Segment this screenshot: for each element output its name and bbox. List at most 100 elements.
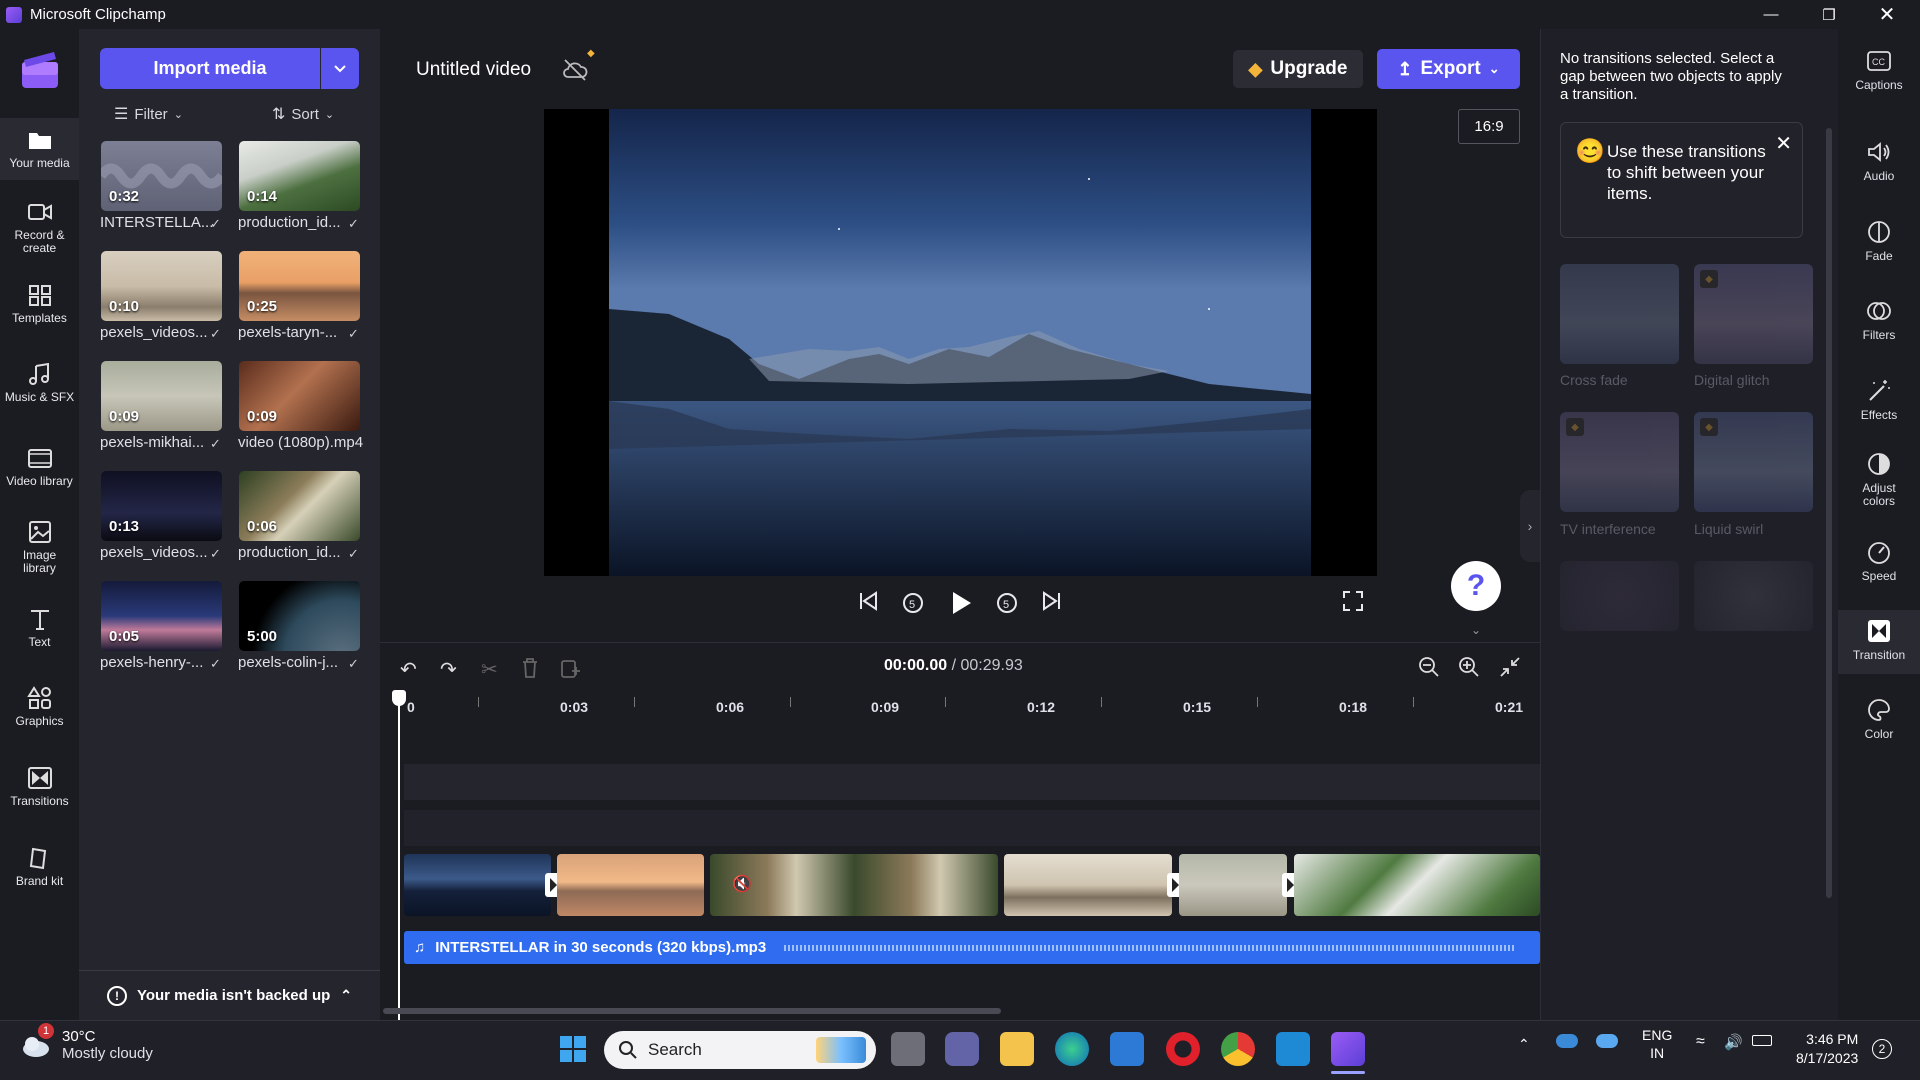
playhead-handle[interactable]: [392, 690, 406, 706]
nav-video-library[interactable]: Video library: [0, 446, 79, 488]
edge-icon[interactable]: [1055, 1032, 1089, 1066]
language-indicator[interactable]: ENG IN: [1642, 1026, 1672, 1062]
media-thumbnail[interactable]: 0:25: [239, 251, 360, 321]
teams-icon[interactable]: [945, 1032, 979, 1066]
export-button[interactable]: ↥ Export ⌄: [1377, 49, 1520, 89]
audio-clip[interactable]: ♫ INTERSTELLAR in 30 seconds (320 kbps).…: [404, 931, 1540, 964]
redo-button[interactable]: ↷: [440, 657, 457, 682]
zoom-in-button[interactable]: [1458, 656, 1480, 683]
transition-thumbnail[interactable]: ◆: [1560, 412, 1679, 512]
transition-thumbnail[interactable]: ◆: [1694, 412, 1813, 512]
video-title[interactable]: Untitled video: [402, 50, 545, 90]
nav-templates[interactable]: Templates: [0, 283, 79, 325]
rewind-5-button[interactable]: 5: [901, 590, 925, 619]
media-thumbnail[interactable]: 0:09: [101, 361, 222, 431]
tool-captions[interactable]: CC Captions: [1838, 48, 1920, 92]
restore-button[interactable]: ❐: [1800, 0, 1858, 29]
tool-speed[interactable]: Speed: [1838, 539, 1920, 583]
volume-icon[interactable]: 🔊: [1724, 1033, 1743, 1051]
video-clip[interactable]: [404, 854, 551, 916]
video-clip[interactable]: [1004, 854, 1172, 916]
transition-thumbnail[interactable]: [1694, 561, 1813, 631]
fit-timeline-button[interactable]: [1499, 656, 1521, 683]
aspect-ratio-button[interactable]: 16:9: [1458, 109, 1520, 144]
video-clip[interactable]: 🔇: [710, 854, 998, 916]
nav-record-create[interactable]: Record & create: [0, 200, 79, 255]
import-media-button[interactable]: Import media: [100, 48, 320, 89]
close-button[interactable]: ✕: [1858, 0, 1916, 29]
skip-to-start-button[interactable]: [857, 590, 879, 617]
close-tip-button[interactable]: ✕: [1775, 131, 1792, 156]
taskbar-search[interactable]: Search: [604, 1031, 876, 1069]
nav-your-media[interactable]: Your media: [0, 118, 79, 180]
zoom-out-button[interactable]: [1418, 656, 1440, 683]
task-view-icon[interactable]: [891, 1032, 925, 1066]
media-thumbnail[interactable]: 0:09: [239, 361, 360, 431]
onedrive-icon[interactable]: [1556, 1034, 1578, 1048]
delete-button[interactable]: [520, 657, 540, 684]
file-explorer-icon[interactable]: [1000, 1032, 1034, 1066]
tool-fade[interactable]: Fade: [1838, 219, 1920, 263]
onedrive-personal-icon[interactable]: [1596, 1034, 1618, 1048]
nav-graphics[interactable]: Graphics: [0, 686, 79, 728]
nav-transitions[interactable]: Transitions: [0, 766, 79, 808]
tool-audio[interactable]: Audio: [1838, 139, 1920, 183]
nav-music-sfx[interactable]: Music & SFX: [0, 362, 79, 404]
transition-thumbnail[interactable]: ◆: [1694, 264, 1813, 364]
tool-transition[interactable]: Transition: [1838, 610, 1920, 674]
media-thumbnail[interactable]: 0:06: [239, 471, 360, 541]
chevron-up-icon[interactable]: ⌃: [1518, 1036, 1530, 1053]
skip-to-end-button[interactable]: [1041, 590, 1063, 617]
media-thumbnail[interactable]: 5:00: [239, 581, 360, 651]
store-icon[interactable]: [1110, 1032, 1144, 1066]
empty-track[interactable]: [404, 810, 1540, 846]
transition-thumbnail[interactable]: [1560, 264, 1679, 364]
vscode-icon[interactable]: [1276, 1032, 1310, 1066]
sort-button[interactable]: ⇅ Sort ⌄: [272, 104, 334, 124]
minimize-button[interactable]: —: [1742, 0, 1800, 29]
tool-color[interactable]: Color: [1838, 697, 1920, 741]
timeline-scrollbar[interactable]: [383, 1008, 1001, 1014]
expand-right-panel-button[interactable]: ›: [1520, 490, 1540, 562]
clock[interactable]: 3:46 PM 8/17/2023: [1796, 1030, 1858, 1068]
playhead[interactable]: [398, 690, 400, 1020]
filter-button[interactable]: ☰ Filter ⌄: [114, 104, 183, 124]
nav-brand-kit[interactable]: Brand kit: [0, 846, 79, 888]
media-thumbnail[interactable]: 0:32: [101, 141, 222, 211]
cloud-off-icon[interactable]: [560, 55, 590, 85]
nav-text[interactable]: Text: [0, 607, 79, 649]
video-clip[interactable]: [557, 854, 704, 916]
media-thumbnail[interactable]: 0:10: [101, 251, 222, 321]
split-button[interactable]: ✂: [481, 657, 498, 682]
media-thumbnail[interactable]: 0:13: [101, 471, 222, 541]
video-clip[interactable]: [1294, 854, 1540, 916]
play-button[interactable]: [948, 590, 974, 621]
duplicate-button[interactable]: [560, 657, 582, 684]
import-dropdown-button[interactable]: [321, 48, 359, 89]
notification-count[interactable]: 2: [1872, 1039, 1892, 1059]
help-button[interactable]: ?: [1451, 561, 1501, 611]
weather-widget[interactable]: 1 30°C Mostly cloudy: [20, 1023, 153, 1062]
transition-thumbnail[interactable]: [1560, 561, 1679, 631]
tool-adjust-colors[interactable]: Adjust colors: [1838, 451, 1920, 508]
tool-effects[interactable]: Effects: [1838, 378, 1920, 422]
panel-scrollbar[interactable]: [1826, 128, 1832, 898]
upgrade-button[interactable]: ◆ Upgrade: [1233, 50, 1363, 88]
opera-icon[interactable]: [1166, 1032, 1200, 1066]
fullscreen-button[interactable]: [1342, 590, 1364, 617]
nav-image-library[interactable]: Image library: [0, 520, 79, 575]
tool-filters[interactable]: Filters: [1838, 298, 1920, 342]
collapse-timeline-icon[interactable]: ⌄: [1446, 623, 1506, 639]
empty-track[interactable]: [404, 764, 1540, 800]
undo-button[interactable]: ↶: [400, 657, 417, 682]
video-frame[interactable]: [609, 109, 1311, 576]
media-thumbnail[interactable]: 0:14: [239, 141, 360, 211]
wifi-icon[interactable]: ≈: [1696, 1033, 1705, 1051]
clipchamp-taskbar-icon[interactable]: [1331, 1032, 1365, 1066]
windows-start-button[interactable]: [556, 1032, 590, 1066]
media-thumbnail[interactable]: 0:05: [101, 581, 222, 651]
forward-5-button[interactable]: 5: [995, 590, 1019, 619]
video-clip[interactable]: [1179, 854, 1287, 916]
battery-icon[interactable]: [1752, 1035, 1772, 1046]
backup-notice[interactable]: ! Your media isn't backed up ⌃: [79, 970, 380, 1020]
